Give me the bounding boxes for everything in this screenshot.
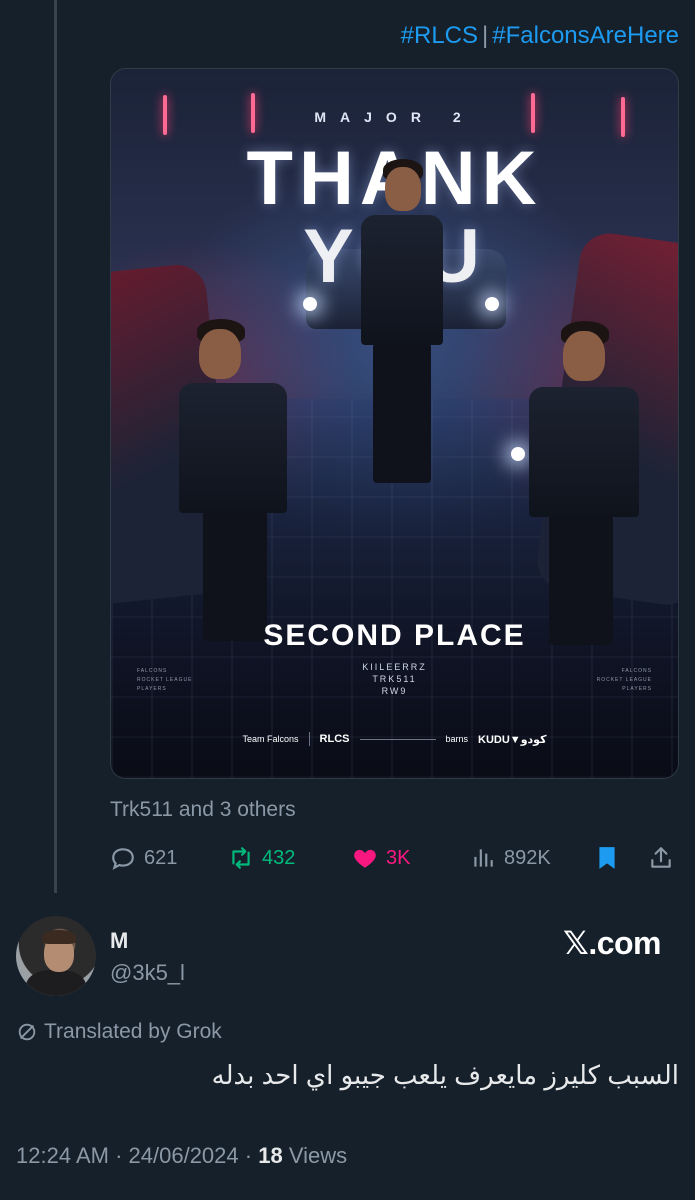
bookmark-button[interactable] — [594, 838, 620, 878]
share-icon — [651, 847, 671, 868]
bookmark-icon — [599, 847, 615, 869]
reply-meta: 12:24 AM · 24/06/2024 · 18 Views — [16, 1143, 347, 1169]
tweet-action-bar: 621 432 3K 892K — [110, 838, 679, 878]
poster-footer: Team Falcons RLCS barns KUDU▼كودو — [111, 729, 678, 749]
poster-headlight — [303, 297, 317, 311]
grok-icon — [18, 1023, 36, 1041]
barns-logo: barns — [445, 734, 469, 744]
x-com-watermark: 𝕏.com — [563, 925, 661, 961]
reply-text: السبب كليرز مايعرف يلعب جيبو اي احد بدله — [211, 1060, 679, 1090]
kudu-logo: KUDU▼كودو — [478, 733, 547, 746]
poster-player-center — [351, 159, 451, 489]
like-button[interactable]: 3K — [352, 838, 410, 878]
poster-roster-name: TRK511 — [372, 674, 417, 684]
poster-roster-name: RW9 — [381, 686, 408, 696]
hashtag-separator: | — [482, 22, 489, 49]
tweet-media-image[interactable]: MAJOR 2 THANK YOU SECOND PLACE KIILEERRZ… — [110, 68, 679, 779]
reply-time[interactable]: 12:24 AM — [16, 1143, 109, 1168]
repost-button[interactable]: 432 — [228, 838, 295, 878]
reply-display-name[interactable]: M — [110, 928, 128, 954]
translated-by-grok-label[interactable]: Translated by Grok — [16, 1020, 222, 1044]
avatar[interactable] — [16, 916, 96, 996]
hashtags: #RLCS | #FalconsAreHere — [401, 22, 679, 50]
reply-count: 621 — [144, 846, 178, 869]
poster-footer-divider — [308, 732, 310, 746]
poster-side-text-left: FALCONS ROCKET LEAGUE PLAYERS — [137, 668, 193, 692]
reply-icon — [112, 848, 134, 870]
poster-player-left — [175, 319, 295, 649]
repost-icon — [232, 847, 250, 869]
team-falcons-logo: Team Falcons — [242, 734, 299, 744]
hashtag-rlcs-link[interactable]: #RLCS — [401, 22, 478, 49]
hashtag-falconsarehere-link[interactable]: #FalconsAreHere — [492, 22, 679, 49]
reply-button[interactable]: 621 — [110, 838, 177, 878]
poster-headlight — [485, 297, 499, 311]
poster-player-right — [521, 321, 641, 651]
poster-roster-name: KIILEERRZ — [362, 662, 427, 672]
poster-roster: KIILEERRZ TRK511 RW9 — [111, 661, 678, 697]
translated-label-text: Translated by Grok — [44, 1020, 222, 1043]
tagged-people-link[interactable]: Trk511 and 3 others — [110, 798, 296, 822]
reply-date[interactable]: 24/06/2024 — [129, 1143, 239, 1168]
like-count: 3K — [386, 846, 411, 869]
meta-separator: · — [244, 1143, 253, 1168]
heart-icon — [354, 849, 376, 868]
reply-handle[interactable]: @3k5_l — [110, 960, 185, 986]
thread-connector-line — [54, 0, 57, 893]
poster-major-label: MAJOR 2 — [314, 109, 475, 125]
repost-count: 432 — [262, 846, 296, 869]
view-count: 892K — [504, 846, 551, 869]
poster-footer-rule — [359, 738, 436, 740]
views-button[interactable]: 892K — [470, 838, 551, 878]
meta-separator: · — [115, 1143, 123, 1168]
poster-second-place: SECOND PLACE — [263, 619, 526, 652]
analytics-icon — [474, 849, 493, 867]
reply-views-count: 18 — [258, 1143, 283, 1168]
reply-views-label: Views — [288, 1143, 348, 1168]
poster-side-text-right: FALCONS ROCKET LEAGUE PLAYERS — [596, 668, 652, 692]
share-button[interactable] — [648, 838, 674, 878]
rlcs-logo: RLCS — [319, 733, 350, 745]
